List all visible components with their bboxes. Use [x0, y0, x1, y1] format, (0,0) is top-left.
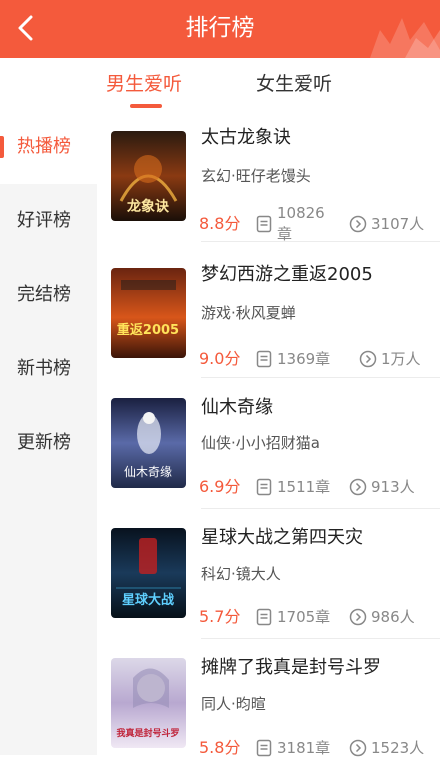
- book-cover: 仙木奇缘: [111, 398, 186, 488]
- book-cover: 重返2005: [111, 268, 186, 358]
- svg-text:星球大战: 星球大战: [122, 592, 174, 608]
- document-icon: [256, 478, 272, 496]
- book-chapters: 1705章: [277, 608, 331, 626]
- play-circle-icon: [349, 739, 367, 757]
- book-title: 梦幻西游之重返2005: [201, 264, 373, 285]
- document-icon: [256, 215, 272, 233]
- book-meta: 仙侠·小小招财猫a: [201, 434, 320, 452]
- gender-tabs: 男生爱听 女生爱听: [0, 58, 440, 110]
- sidebar-item-updated[interactable]: 更新榜: [0, 406, 97, 480]
- svg-text:龙象诀: 龙象诀: [126, 198, 170, 215]
- book-score: 6.9分: [199, 477, 241, 496]
- play-circle-icon: [349, 608, 367, 626]
- sidebar-item-hot[interactable]: 热播榜: [0, 110, 97, 184]
- sidebar-item-label: 更新榜: [17, 432, 71, 453]
- book-reads: 3107人: [371, 215, 425, 233]
- sidebar-item-rated[interactable]: 好评榜: [0, 184, 97, 258]
- book-score: 5.7分: [199, 607, 241, 626]
- header-decoration: [370, 18, 440, 58]
- book-title: 仙木奇缘: [201, 397, 273, 418]
- book-meta: 玄幻·旺仔老馒头: [201, 167, 311, 185]
- play-circle-icon: [359, 350, 377, 368]
- book-cover: 我真是封号斗罗: [111, 658, 186, 748]
- svg-text:我真是封号斗罗: 我真是封号斗罗: [116, 727, 179, 739]
- book-chapters: 1511章: [277, 478, 331, 496]
- document-icon: [256, 608, 272, 626]
- book-title: 星球大战之第四天灾: [201, 527, 363, 548]
- top-bar: 排行榜: [0, 0, 440, 58]
- book-chapters: 10826章: [277, 204, 325, 243]
- book-score: 9.0分: [199, 349, 241, 368]
- sidebar-item-label: 热播榜: [17, 136, 71, 157]
- book-list: 龙象诀 太古龙象诀 玄幻·旺仔老馒头 8.8分 10826章 3107人 重返2…: [97, 110, 440, 757]
- book-title: 摊牌了我真是封号斗罗: [201, 657, 381, 678]
- book-score: 5.8分: [199, 738, 241, 757]
- svg-text:仙木奇缘: 仙木奇缘: [124, 465, 172, 479]
- svg-text:重返2005: 重返2005: [117, 322, 179, 338]
- book-chapters: 3181章: [277, 739, 331, 757]
- book-meta: 同人·昀暄: [201, 695, 266, 713]
- tab-male[interactable]: 男生爱听: [106, 72, 182, 96]
- book-cover: 星球大战: [111, 528, 186, 618]
- sidebar-item-finished[interactable]: 完结榜: [0, 258, 97, 332]
- play-circle-icon: [349, 215, 367, 233]
- document-icon: [256, 350, 272, 368]
- sidebar-item-label: 好评榜: [17, 210, 71, 231]
- sidebar-active-indicator: [0, 136, 4, 158]
- book-score: 8.8分: [199, 214, 241, 233]
- list-item[interactable]: 龙象诀 太古龙象诀 玄幻·旺仔老馒头 8.8分 10826章 3107人: [97, 110, 440, 243]
- list-item[interactable]: 重返2005 梦幻西游之重返2005 游戏·秋风夏蝉 9.0分 1369章 1万…: [97, 242, 440, 378]
- book-cover: 龙象诀: [111, 131, 186, 221]
- ranking-sidebar: 热播榜 好评榜 完结榜 新书榜 更新榜: [0, 110, 97, 755]
- play-circle-icon: [349, 478, 367, 496]
- list-item[interactable]: 我真是封号斗罗 摊牌了我真是封号斗罗 同人·昀暄 5.8分 3181章 1523…: [97, 638, 440, 770]
- book-title: 太古龙象诀: [201, 127, 291, 148]
- sidebar-item-new[interactable]: 新书榜: [0, 332, 97, 406]
- book-meta: 科幻·镜大人: [201, 565, 281, 583]
- book-reads: 1523人: [371, 739, 425, 757]
- document-icon: [256, 739, 272, 757]
- book-reads: 913人: [371, 478, 415, 496]
- sidebar-item-label: 新书榜: [17, 358, 71, 379]
- tab-female[interactable]: 女生爱听: [256, 72, 332, 96]
- book-reads: 986人: [371, 608, 415, 626]
- book-meta: 游戏·秋风夏蝉: [201, 304, 296, 322]
- sidebar-item-label: 完结榜: [17, 284, 71, 305]
- list-item[interactable]: 星球大战 星球大战之第四天灾 科幻·镜大人 5.7分 1705章 986人: [97, 508, 440, 640]
- tab-active-indicator: [130, 104, 162, 108]
- list-item[interactable]: 仙木奇缘 仙木奇缘 仙侠·小小招财猫a 6.9分 1511章 913人: [97, 378, 440, 510]
- book-reads: 1万人: [381, 350, 421, 368]
- book-chapters: 1369章: [277, 350, 331, 368]
